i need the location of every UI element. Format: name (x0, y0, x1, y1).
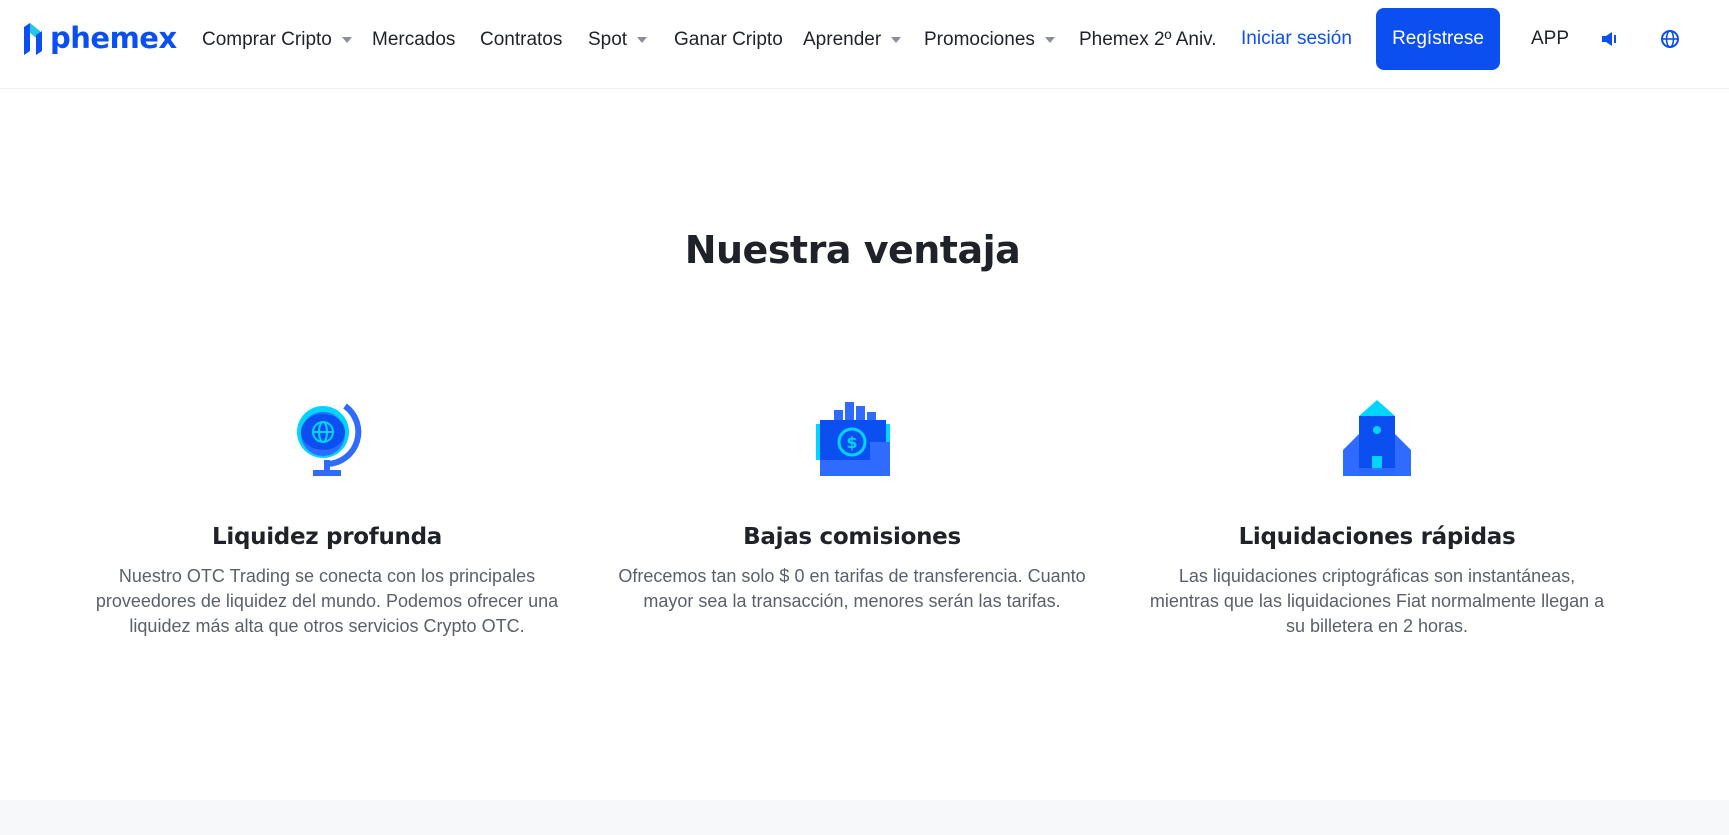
nav-label: Spot (588, 29, 628, 50)
nav-label: Contratos (480, 29, 563, 50)
money-hand-icon: $ (812, 398, 892, 478)
nav-mercados[interactable]: Mercados (372, 28, 455, 52)
feature-title: Bajas comisiones (743, 524, 961, 550)
nav-label: Mercados (372, 29, 456, 50)
caret-down-icon (341, 37, 352, 43)
phemex-logo[interactable]: phemex (22, 20, 177, 56)
nav-contratos[interactable]: Contratos (480, 28, 562, 52)
feature-title: Liquidaciones rápidas (1238, 524, 1516, 550)
nav-label: Ganar Cripto (674, 29, 783, 50)
logo-text: phemex (50, 21, 177, 55)
nav-promociones[interactable]: Promociones (924, 28, 1055, 52)
svg-text:$: $ (846, 433, 857, 452)
app-download-link[interactable]: APP (1531, 28, 1569, 50)
caret-down-icon (1044, 37, 1055, 43)
nav-label: Promociones (924, 29, 1035, 50)
caret-down-icon (891, 37, 902, 43)
nav-label: Phemex 2º Aniv. (1079, 29, 1217, 50)
nav-spot[interactable]: Spot (588, 28, 648, 52)
top-nav-bar: phemex Comprar Cripto Mercados Contratos… (0, 0, 1729, 89)
nav-aprender[interactable]: Aprender (803, 28, 902, 52)
section-title: Nuestra ventaja (684, 228, 1021, 272)
register-button[interactable]: Regístrese (1376, 8, 1500, 70)
feature-card-fees: $ Bajas comisiones Ofrecemos tan solo $ … (617, 398, 1087, 614)
feature-description: Las liquidaciones criptográficas son ins… (1149, 566, 1605, 636)
footer-band (0, 800, 1729, 835)
feature-description: Nuestro OTC Trading se conecta con los p… (95, 566, 559, 636)
nav-label: Comprar Cripto (202, 29, 332, 50)
globe-icon[interactable] (1658, 27, 1682, 51)
feature-card-liquidity: Liquidez profunda Nuestro OTC Trading se… (92, 398, 562, 639)
nav-comprar-cripto[interactable]: Comprar Cripto (202, 28, 352, 52)
globe-icon (287, 398, 367, 478)
login-link[interactable]: Iniciar sesión (1241, 28, 1352, 50)
feature-card-settlement: Liquidaciones rápidas Las liquidaciones … (1142, 398, 1612, 639)
feature-title: Liquidez profunda (212, 524, 442, 550)
rocket-icon (1337, 398, 1417, 478)
nav-phemex-aniversario[interactable]: Phemex 2º Aniv. (1079, 28, 1217, 52)
caret-down-icon (637, 37, 648, 43)
nav-ganar-cripto[interactable]: Ganar Cripto (674, 28, 783, 52)
phemex-logo-icon (24, 23, 42, 55)
nav-label: Aprender (803, 29, 882, 50)
speaker-icon[interactable] (1598, 27, 1622, 51)
feature-description: Ofrecemos tan solo $ 0 en tarifas de tra… (618, 566, 1086, 611)
